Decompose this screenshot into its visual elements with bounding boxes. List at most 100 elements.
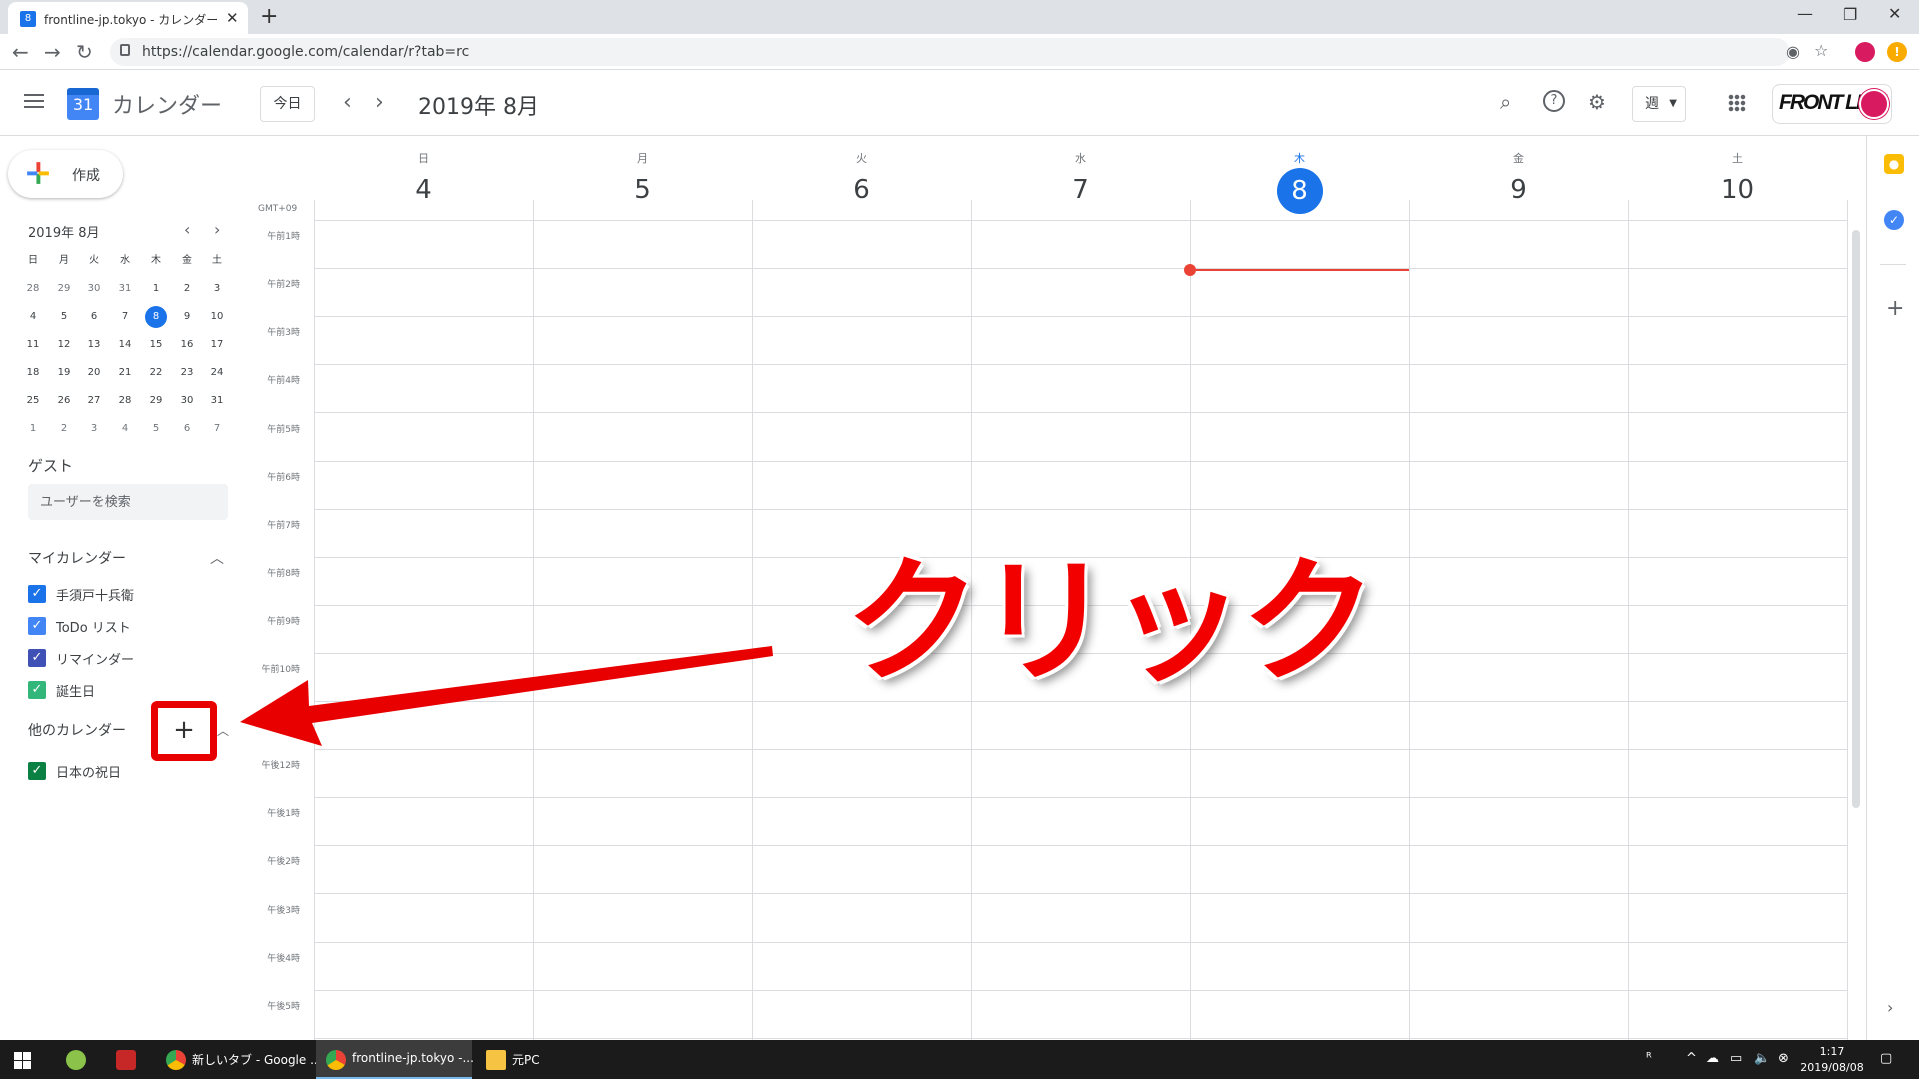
mini-day[interactable]: 3	[83, 418, 105, 440]
mini-day[interactable]: 7	[206, 418, 228, 440]
window-close-icon[interactable]: ✕	[1888, 4, 1901, 23]
mini-day[interactable]: 1	[22, 418, 44, 440]
my-calendars-heading[interactable]: マイカレンダー	[28, 548, 126, 568]
taskbar-app-icon[interactable]	[56, 1040, 96, 1079]
day-date[interactable]: 9	[1409, 168, 1628, 212]
create-button[interactable]: 作成	[8, 150, 123, 198]
account-brand-button[interactable]: FRONT LINE	[1772, 84, 1892, 124]
volume-icon[interactable]: 🔈	[1754, 1051, 1770, 1066]
mini-day[interactable]: 17	[206, 334, 228, 356]
mini-day[interactable]: 21	[114, 362, 136, 384]
calendar-item[interactable]: ✓ 誕生日	[28, 679, 228, 701]
star-icon[interactable]: ☆	[1814, 41, 1828, 60]
mini-day[interactable]: 28	[22, 278, 44, 300]
checkbox-checked-icon[interactable]: ✓	[28, 762, 46, 780]
day-date[interactable]: 8	[1190, 168, 1409, 214]
mini-day[interactable]: 1	[145, 278, 167, 300]
chevron-up-icon[interactable]: ︿	[210, 548, 224, 568]
people-icon[interactable]: ᴿ	[1646, 1051, 1652, 1066]
taskbar-window-button[interactable]: frontline-jp.tokyo -...	[316, 1040, 474, 1079]
mini-day[interactable]: 2	[176, 278, 198, 300]
next-week-icon[interactable]: ›	[375, 90, 384, 115]
add-other-calendar-button[interactable]: +	[151, 701, 217, 761]
guest-search-input[interactable]	[28, 484, 228, 520]
mini-day[interactable]: 5	[145, 418, 167, 440]
mini-day[interactable]: 14	[114, 334, 136, 356]
mini-day[interactable]: 31	[206, 390, 228, 412]
mini-day[interactable]: 3	[206, 278, 228, 300]
start-button[interactable]	[0, 1040, 46, 1079]
checkbox-checked-icon[interactable]: ✓	[28, 649, 46, 667]
close-tab-icon[interactable]: ✕	[226, 9, 239, 27]
calendar-item[interactable]: ✓ 日本の祝日	[28, 760, 228, 782]
mini-day[interactable]: 6	[83, 306, 105, 328]
mini-day[interactable]: 4	[114, 418, 136, 440]
day-date[interactable]: 4	[314, 168, 533, 212]
day-date[interactable]: 5	[533, 168, 752, 212]
mini-day[interactable]: 30	[176, 390, 198, 412]
day-date[interactable]: 6	[752, 168, 971, 212]
mini-day[interactable]: 18	[22, 362, 44, 384]
mini-day[interactable]: 2	[53, 418, 75, 440]
onedrive-icon[interactable]: ☁	[1706, 1051, 1719, 1066]
restore-icon[interactable]: ❐	[1843, 5, 1857, 24]
tray-up-icon[interactable]: ^	[1686, 1051, 1697, 1066]
taskbar-pdf-icon[interactable]	[106, 1040, 146, 1079]
view-select[interactable]: 週 ▼	[1632, 86, 1686, 122]
prev-week-icon[interactable]: ‹	[343, 90, 352, 115]
add-addon-icon[interactable]: +	[1886, 296, 1904, 321]
mini-day[interactable]: 6	[176, 418, 198, 440]
mini-day[interactable]: 27	[83, 390, 105, 412]
tasks-icon[interactable]: ✓	[1884, 210, 1904, 230]
checkbox-checked-icon[interactable]: ✓	[28, 681, 46, 699]
taskbar-window-button[interactable]: 元PC	[476, 1040, 626, 1079]
mini-day[interactable]: 11	[22, 334, 44, 356]
day-header[interactable]: 土 10	[1628, 150, 1847, 212]
mini-day[interactable]: 22	[145, 362, 167, 384]
mini-day[interactable]: 23	[176, 362, 198, 384]
mini-day[interactable]: 7	[114, 306, 136, 328]
mini-day[interactable]: 10	[206, 306, 228, 328]
day-header[interactable]: 水7	[971, 150, 1190, 212]
day-header[interactable]: 火6	[752, 150, 971, 212]
checkbox-checked-icon[interactable]: ✓	[28, 617, 46, 635]
day-header[interactable]: 金9	[1409, 150, 1628, 212]
mini-day[interactable]: 9	[176, 306, 198, 328]
browser-tab[interactable]: 8 frontline-jp.tokyo - カレンダー - 20 ✕	[8, 2, 248, 34]
mini-prev-icon[interactable]: ‹	[184, 220, 190, 239]
mini-day[interactable]: 30	[83, 278, 105, 300]
grid-scrollbar[interactable]	[1852, 230, 1860, 808]
mini-day[interactable]: 20	[83, 362, 105, 384]
minimize-icon[interactable]: —	[1797, 4, 1813, 23]
mini-day[interactable]: 29	[53, 278, 75, 300]
apps-grid-icon[interactable]	[1728, 94, 1746, 112]
network-icon[interactable]: ▭	[1730, 1051, 1742, 1066]
mini-day[interactable]: 5	[53, 306, 75, 328]
mini-day[interactable]: 24	[206, 362, 228, 384]
notification-icon[interactable]: ▢	[1880, 1051, 1892, 1066]
mini-day[interactable]: 12	[53, 334, 75, 356]
mini-next-icon[interactable]: ›	[214, 220, 220, 239]
calendar-item[interactable]: ✓ ToDo リスト	[28, 615, 228, 637]
day-date[interactable]: 10	[1628, 168, 1847, 212]
menu-icon[interactable]	[24, 94, 44, 108]
mini-day[interactable]: 29	[145, 390, 167, 412]
mini-day[interactable]: 25	[22, 390, 44, 412]
url-field[interactable]: https://calendar.google.com/calendar/r?t…	[110, 38, 1828, 66]
mini-day[interactable]: 13	[83, 334, 105, 356]
day-header[interactable]: 木8	[1190, 150, 1409, 214]
mini-day[interactable]: 15	[145, 334, 167, 356]
new-tab-icon[interactable]: +	[260, 4, 278, 29]
checkbox-checked-icon[interactable]: ✓	[28, 585, 46, 603]
status-icon[interactable]: ⊗	[1778, 1051, 1789, 1066]
mini-day[interactable]: 31	[114, 278, 136, 300]
calendar-item[interactable]: ✓ 手須戸十兵衛	[28, 583, 228, 605]
today-button[interactable]: 今日	[260, 86, 315, 122]
day-date[interactable]: 7	[971, 168, 1190, 212]
mini-day[interactable]: 26	[53, 390, 75, 412]
mini-day[interactable]: 19	[53, 362, 75, 384]
chevron-up-icon[interactable]: ︿	[217, 722, 229, 739]
mini-day[interactable]: 4	[22, 306, 44, 328]
forward-icon[interactable]: →	[44, 40, 61, 64]
keep-icon[interactable]: ●	[1884, 154, 1904, 174]
